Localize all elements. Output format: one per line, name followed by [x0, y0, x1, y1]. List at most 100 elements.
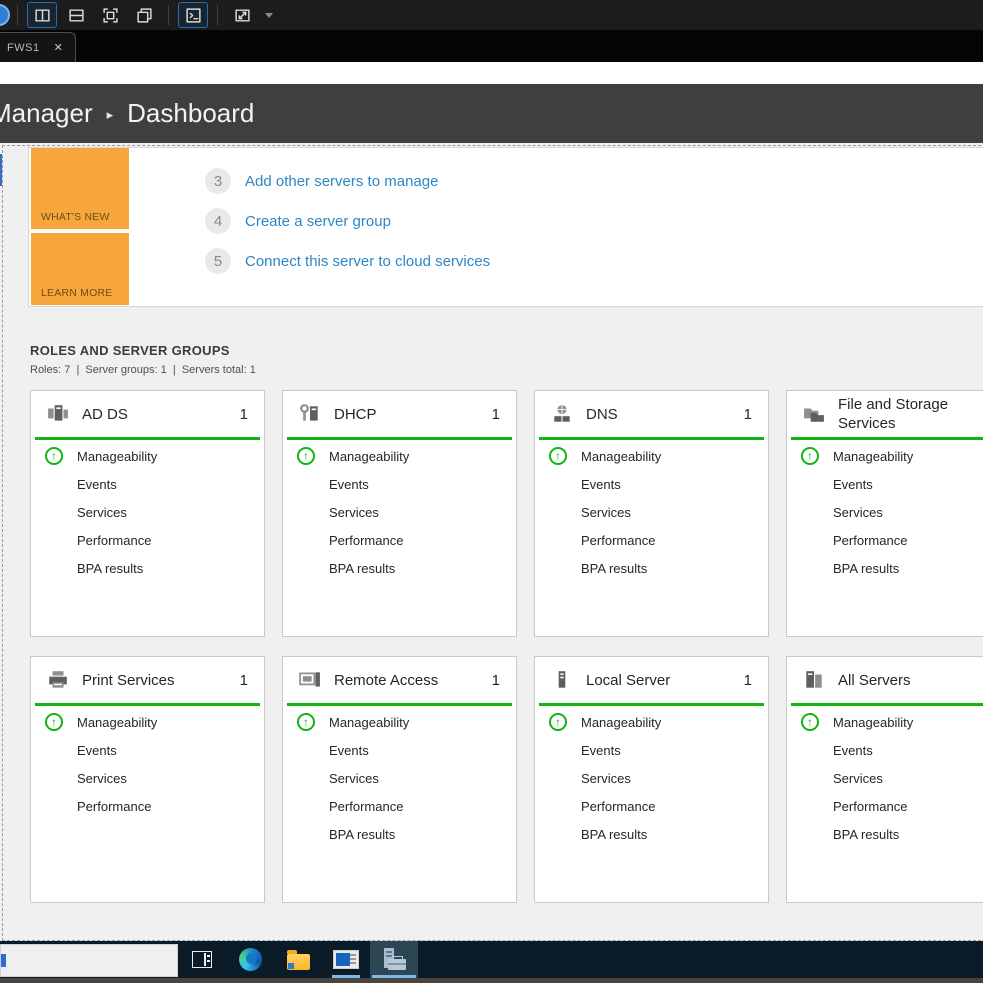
tile-title: Local Server	[586, 671, 670, 690]
breadcrumb-page: Dashboard	[127, 98, 254, 129]
tile-item-events[interactable]: Events	[283, 470, 516, 498]
manageability-up-icon: ↑	[45, 713, 63, 731]
tile-items: ↑ManageabilityEventsServices Performance B…	[535, 706, 768, 848]
tile-item-performance[interactable]: Performance	[787, 526, 983, 554]
all-servers-icon	[801, 669, 827, 691]
breadcrumb-separator-icon: ▸	[107, 107, 114, 123]
taskbar-app-file-explorer[interactable]	[274, 941, 322, 978]
tile-item-events[interactable]: Events	[535, 736, 768, 764]
tile-item-manageability[interactable]: ↑Manageability	[535, 708, 768, 736]
tile-item-manageability[interactable]: ↑ Manageability	[31, 708, 264, 736]
tile-item-manageability[interactable]: ↑Manageability	[535, 442, 768, 470]
cascade-windows-icon[interactable]	[129, 2, 159, 28]
tile-item-services[interactable]: Services	[787, 764, 983, 792]
taskbar-search-box[interactable]	[0, 944, 178, 977]
manageability-up-icon: ↑	[801, 447, 819, 465]
tile-header[interactable]: Local Server1	[535, 657, 768, 703]
tile-item-manageability[interactable]: ↑Manageability	[787, 442, 983, 470]
task-view-icon	[192, 951, 212, 968]
fit-screen-icon[interactable]	[95, 2, 125, 28]
split-vertical-icon[interactable]	[27, 2, 57, 28]
tab-close-icon[interactable]: ✕	[54, 41, 63, 54]
terminal-icon[interactable]	[178, 2, 208, 28]
tile-item-services[interactable]: Services	[787, 498, 983, 526]
tile-header[interactable]: Remote Access1	[283, 657, 516, 703]
tile-item-performance[interactable]: Performance	[787, 792, 983, 820]
tile-item-performance[interactable]: Performance	[283, 792, 516, 820]
item-label: Performance	[581, 799, 655, 814]
tile-item-manageability[interactable]: ↑Manageability	[31, 442, 264, 470]
tile-item-performance[interactable]: Performance	[31, 526, 264, 554]
tile-item-services[interactable]: Services	[31, 764, 264, 792]
item-label: BPA results	[329, 561, 395, 576]
tile-header[interactable]: AD DS1	[31, 391, 264, 437]
quick-start-step: 3Add other servers to manage	[205, 161, 490, 201]
tile-item-bpa-results[interactable]: BPA results	[283, 554, 516, 582]
whats-new-button[interactable]: WHAT'S NEW	[31, 148, 129, 229]
tile-item-events[interactable]: Events	[283, 736, 516, 764]
tile-item-events[interactable]: Events	[31, 470, 264, 498]
taskbar-app-console-window[interactable]	[322, 941, 370, 978]
tile-header[interactable]: DNS1	[535, 391, 768, 437]
tile-item-services[interactable]: Services	[535, 498, 768, 526]
tab-fws1[interactable]: FWS1 ✕	[0, 32, 76, 62]
tile-item-performance[interactable]: Performance	[535, 792, 768, 820]
tile-title: All Servers	[838, 671, 911, 690]
tile-header[interactable]: File and Storage Services	[787, 391, 983, 437]
tile-row: AD DS1↑ManageabilityEventsServicesPerfor…	[30, 390, 983, 637]
tile-item-events[interactable]: Events	[535, 470, 768, 498]
tile-item-bpa-results[interactable]: BPA results	[31, 554, 264, 582]
step-link[interactable]: Connect this server to cloud services	[245, 253, 490, 270]
item-label: Events	[833, 477, 873, 492]
tile-item-bpa-results[interactable]: BPA results	[787, 820, 983, 848]
role-tile-print-services: Print Services1 ↑ Manageability EventsServi…	[30, 656, 265, 903]
clock-icon[interactable]	[0, 4, 10, 26]
tile-item-services[interactable]: Services	[283, 498, 516, 526]
tile-item-performance[interactable]: Performance	[31, 792, 264, 820]
role-tile-file-and-storage-services: File and Storage Services ↑Manageability E…	[786, 390, 983, 637]
tile-item-services[interactable]: Services	[31, 498, 264, 526]
tile-item-services[interactable]: Services	[283, 764, 516, 792]
manageability-up-icon: ↑	[297, 447, 315, 465]
item-label: Services	[833, 771, 883, 786]
taskbar-app-edge[interactable]	[226, 941, 274, 978]
tile-item-performance[interactable]: Performance	[283, 526, 516, 554]
tile-item-bpa-results[interactable]: BPA results	[787, 554, 983, 582]
tile-header[interactable]: All Servers	[787, 657, 983, 703]
whats-new-label: WHAT'S NEW	[41, 211, 110, 223]
item-label: Performance	[77, 799, 151, 814]
step-link[interactable]: Add other servers to manage	[245, 173, 438, 190]
item-label: Performance	[581, 533, 655, 548]
dropdown-caret-icon[interactable]	[265, 13, 273, 18]
tile-item-bpa-results[interactable]: BPA results	[535, 820, 768, 848]
tile-item-services[interactable]: Services	[535, 764, 768, 792]
item-label: Services	[581, 505, 631, 520]
breadcrumb-root[interactable]: Manager	[0, 98, 93, 129]
tile-item-events[interactable]: Events	[31, 736, 264, 764]
item-label: Manageability	[77, 715, 157, 730]
taskbar-app-server-manager[interactable]	[370, 941, 418, 978]
tile-item-manageability[interactable]: ↑Manageability	[283, 442, 516, 470]
tile-item-manageability[interactable]: ↑Manageability	[787, 708, 983, 736]
tile-item-bpa-results[interactable]: BPA results	[535, 554, 768, 582]
learn-more-button[interactable]: LEARN MORE	[31, 233, 129, 305]
remote-access-icon	[297, 669, 323, 691]
split-horizontal-icon[interactable]	[61, 2, 91, 28]
item-icon-slot: ↑	[45, 447, 77, 465]
tile-header[interactable]: DHCP1	[283, 391, 516, 437]
tile-item-performance[interactable]: Performance	[535, 526, 768, 554]
tile-item-events[interactable]: Events	[787, 470, 983, 498]
tile-items: ↑ManageabilityEventsServicesPerformanceB…	[31, 440, 264, 582]
tile-item-bpa-results[interactable]: BPA results	[283, 820, 516, 848]
role-tiles-grid: AD DS1↑ManageabilityEventsServicesPerfor…	[30, 390, 983, 922]
manageability-up-icon: ↑	[549, 447, 567, 465]
scale-display-icon[interactable]	[227, 2, 257, 28]
step-link[interactable]: Create a server group	[245, 213, 391, 230]
item-icon-slot: ↑	[801, 713, 833, 731]
item-label: Performance	[833, 799, 907, 814]
tile-item-manageability[interactable]: ↑Manageability	[283, 708, 516, 736]
tile-item-events[interactable]: Events	[787, 736, 983, 764]
taskbar-app-task-view[interactable]	[178, 941, 226, 978]
tile-header[interactable]: Print Services1	[31, 657, 264, 703]
item-label: Manageability	[581, 715, 661, 730]
